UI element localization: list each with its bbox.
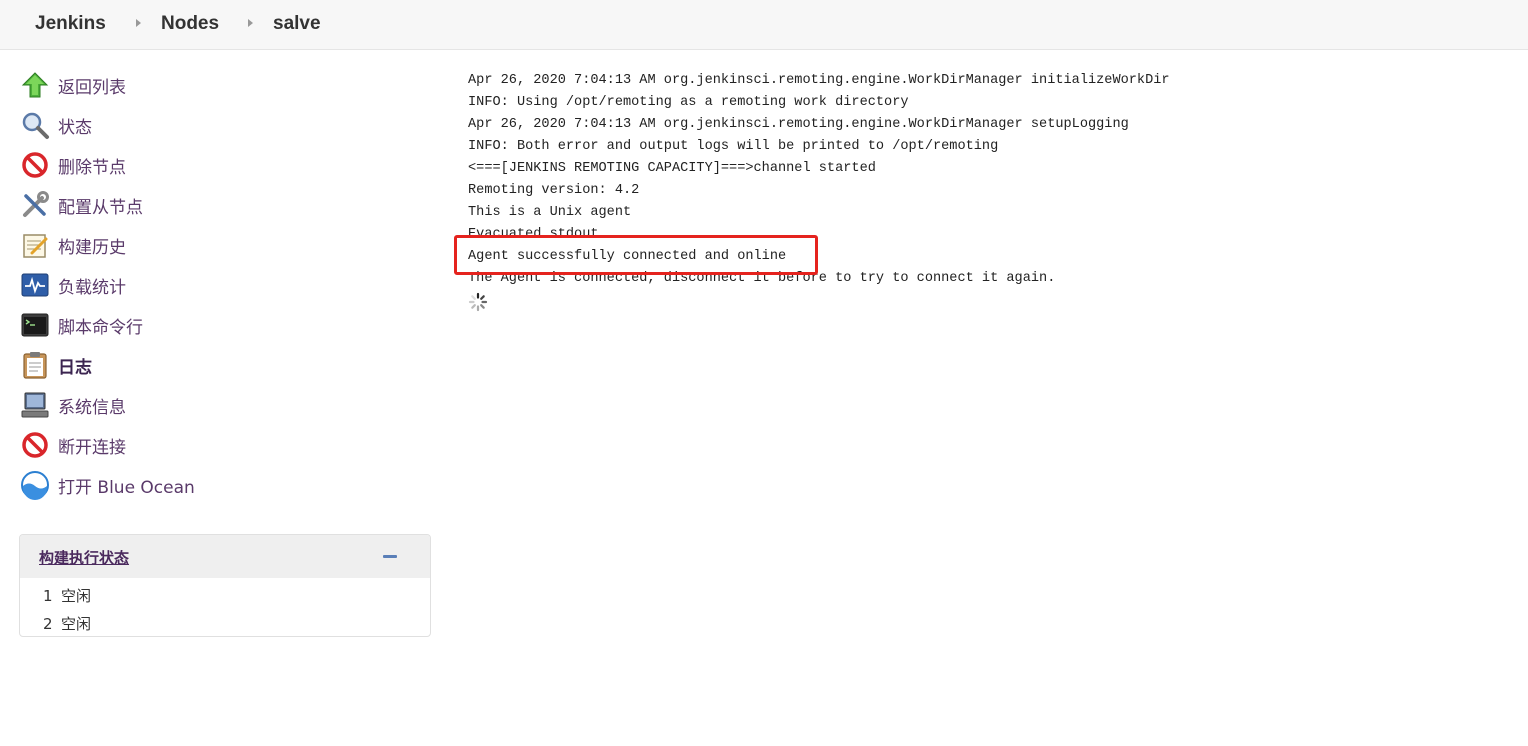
task-disconnect[interactable]: 断开连接 — [20, 429, 380, 461]
task-load-statistics[interactable]: 负载统计 — [20, 269, 380, 301]
executor-row: 1 空闲 — [43, 585, 91, 606]
executors-panel: 构建执行状态 1 空闲 2 空闲 — [19, 534, 431, 637]
blue-ocean-icon — [21, 471, 49, 500]
tools-icon — [23, 191, 49, 217]
executor-row: 2 空闲 — [43, 613, 91, 634]
log-line: Apr 26, 2020 7:04:13 AM org.jenkinsci.re… — [468, 73, 1170, 88]
terminal-icon — [21, 313, 49, 337]
log-line: Apr 26, 2020 7:04:13 AM org.jenkinsci.re… — [468, 117, 1129, 132]
task-label[interactable]: 系统信息 — [58, 393, 126, 418]
log-line: Remoting version: 4.2 — [468, 183, 640, 198]
log-line: <===[JENKINS REMOTING CAPACITY]===>chann… — [468, 161, 876, 176]
monitor-chart-icon — [21, 273, 49, 297]
task-label[interactable]: 状态 — [58, 113, 92, 138]
task-label[interactable]: 删除节点 — [58, 153, 126, 178]
task-label[interactable]: 配置从节点 — [58, 193, 143, 218]
task-label[interactable]: 日志 — [58, 353, 92, 378]
chevron-right-icon — [248, 19, 253, 27]
no-entry-icon — [22, 152, 48, 178]
breadcrumb-salve[interactable]: salve — [273, 13, 321, 35]
up-arrow-icon — [21, 72, 49, 98]
task-label[interactable]: 断开连接 — [58, 433, 126, 458]
task-log[interactable]: 日志 — [20, 349, 380, 381]
executor-number: 1 — [43, 587, 53, 605]
task-script-console[interactable]: 脚本命令行 — [20, 309, 380, 341]
highlight-annotation — [454, 235, 818, 275]
executors-title[interactable]: 构建执行状态 — [39, 547, 129, 568]
task-configure-node[interactable]: 配置从节点 — [20, 189, 380, 221]
breadcrumb-jenkins[interactable]: Jenkins — [35, 13, 106, 35]
chevron-right-icon — [136, 19, 141, 27]
spinner-icon — [468, 292, 488, 312]
executors-header: 构建执行状态 — [20, 535, 430, 578]
task-status[interactable]: 状态 — [20, 109, 380, 141]
task-label[interactable]: 返回列表 — [58, 73, 126, 98]
log-line: INFO: Using /opt/remoting as a remoting … — [468, 95, 909, 110]
task-label[interactable]: 脚本命令行 — [58, 313, 143, 338]
clipboard-icon — [23, 352, 47, 379]
log-line: This is a Unix agent — [468, 205, 632, 220]
search-icon — [22, 112, 49, 139]
log-line: INFO: Both error and output logs will be… — [468, 139, 999, 154]
notepad-icon — [23, 234, 48, 258]
executor-status: 空闲 — [61, 587, 92, 605]
task-open-blue-ocean[interactable]: 打开 Blue Ocean — [20, 469, 380, 501]
executor-status: 空闲 — [61, 615, 92, 633]
executor-number: 2 — [43, 615, 53, 633]
computer-icon — [21, 392, 49, 418]
task-back-to-list[interactable]: 返回列表 — [20, 69, 380, 101]
task-label[interactable]: 构建历史 — [58, 233, 126, 258]
task-build-history[interactable]: 构建历史 — [20, 229, 380, 261]
task-label[interactable]: 打开 Blue Ocean — [58, 473, 195, 498]
task-system-info[interactable]: 系统信息 — [20, 389, 380, 421]
breadcrumb: Jenkins Nodes salve — [0, 0, 1528, 50]
collapse-icon[interactable] — [383, 555, 397, 558]
task-delete-node[interactable]: 删除节点 — [20, 149, 380, 181]
breadcrumb-nodes[interactable]: Nodes — [161, 13, 219, 35]
task-label[interactable]: 负载统计 — [58, 273, 126, 298]
no-entry-icon — [22, 432, 48, 458]
